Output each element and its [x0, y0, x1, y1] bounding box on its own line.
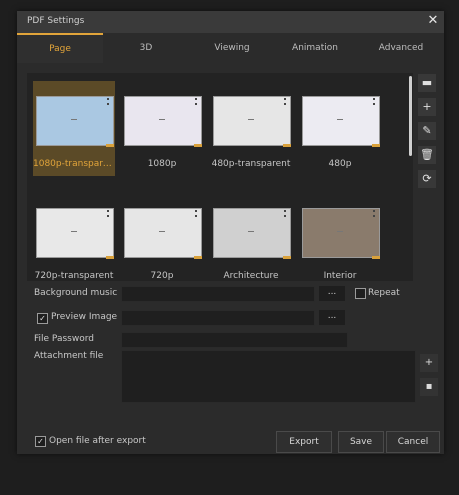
attachment-add-icon[interactable]: + — [420, 354, 438, 372]
template-item[interactable]: Architecture — [210, 193, 292, 281]
title-bar: PDF Settings ✕ — [17, 11, 444, 33]
preview-image-input[interactable] — [121, 310, 315, 326]
template-label: 720p-transparent — [34, 271, 114, 281]
template-thumbnail — [36, 96, 114, 147]
tab-animation[interactable]: Animation — [272, 33, 358, 63]
save-button[interactable]: Save — [338, 431, 384, 453]
template-item[interactable]: 720p-transparent — [33, 193, 115, 281]
cancel-button[interactable]: Cancel — [386, 431, 440, 453]
template-label: 1080p-transparent — [33, 159, 115, 169]
refresh-icon[interactable]: ⟳ — [418, 170, 436, 188]
gallery-scrollbar[interactable] — [409, 76, 412, 156]
attachment-delete-icon[interactable]: ▪ — [420, 378, 438, 396]
edit-icon[interactable]: ✎ — [418, 122, 436, 140]
template-item[interactable]: 1080p-transparent — [33, 81, 115, 176]
delete-icon[interactable]: 🗑 — [418, 146, 436, 164]
template-label: Interior — [323, 271, 357, 281]
preview-image-browse-button[interactable]: ... — [319, 310, 345, 325]
preview-image-label: Preview Image — [51, 312, 118, 322]
template-label: Architecture — [223, 271, 279, 281]
template-thumbnail — [302, 208, 380, 259]
dialog-title: PDF Settings — [27, 16, 85, 26]
tab-advanced[interactable]: Advanced — [358, 33, 444, 63]
background-music-browse-button[interactable]: ... — [319, 286, 345, 301]
close-icon[interactable]: ✕ — [425, 12, 441, 30]
attachment-label: Attachment file — [34, 351, 104, 361]
template-thumbnail — [124, 208, 202, 259]
template-thumbnail — [36, 208, 114, 259]
template-label: 1080p — [147, 159, 177, 169]
open-after-export-label: Open file after export — [49, 436, 146, 446]
export-button[interactable]: Export — [276, 431, 332, 453]
preview-image-checkbox[interactable]: ✓ — [37, 313, 48, 324]
template-thumbnail — [302, 96, 380, 147]
template-label: 720p — [150, 271, 174, 281]
attachment-list[interactable] — [121, 350, 416, 403]
template-gallery: 1080p-transparent 1080p 480p-transparent… — [27, 73, 413, 281]
add-icon[interactable]: + — [418, 98, 436, 116]
template-label: 480p-transparent — [211, 159, 291, 169]
template-item[interactable]: 480p — [299, 81, 381, 176]
repeat-checkbox[interactable] — [355, 288, 366, 299]
open-after-export-checkbox[interactable]: ✓ — [35, 436, 46, 447]
pdf-settings-dialog: PDF Settings ✕ Page 3D Viewing Animation… — [17, 11, 444, 454]
template-thumbnail — [213, 208, 291, 259]
background-music-input[interactable] — [121, 286, 315, 302]
template-item[interactable]: Interior — [299, 193, 381, 281]
template-thumbnail — [213, 96, 291, 147]
tab-3d[interactable]: 3D — [103, 33, 189, 63]
template-thumbnail — [124, 96, 202, 147]
tab-bar: Page 3D Viewing Animation Advanced — [17, 33, 444, 63]
folder-icon[interactable]: ▬ — [418, 74, 436, 92]
tab-page[interactable]: Page — [17, 33, 103, 63]
template-item[interactable]: 720p — [121, 193, 203, 281]
file-password-input[interactable] — [121, 332, 348, 348]
file-password-label: File Password — [34, 334, 94, 344]
template-item[interactable]: 480p-transparent — [210, 81, 292, 176]
tab-viewing[interactable]: Viewing — [189, 33, 275, 63]
template-item[interactable]: 1080p — [121, 81, 203, 176]
template-label: 480p — [328, 159, 352, 169]
repeat-label: Repeat — [368, 288, 400, 298]
background-music-label: Background music — [34, 288, 118, 298]
